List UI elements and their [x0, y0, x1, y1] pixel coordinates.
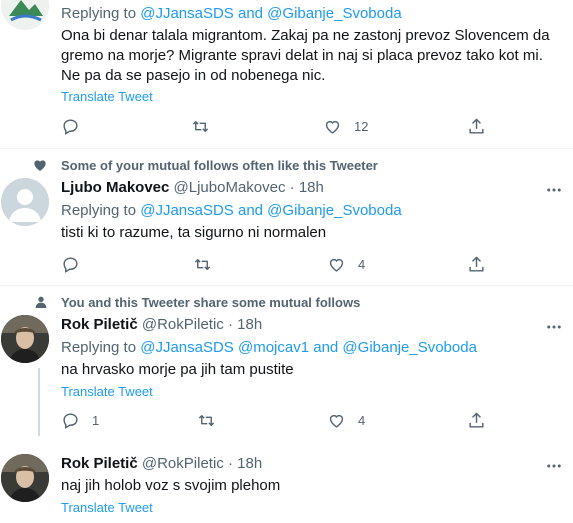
replying-to: Replying to @JJansaSDS and @Gibanje_Svob… [61, 5, 402, 22]
thread-line [38, 368, 40, 436]
reply-count: 1 [92, 413, 100, 428]
replying-prefix: Replying to [61, 5, 137, 22]
translate-tweet-link[interactable]: Translate Tweet [61, 384, 153, 399]
retweet-button[interactable] [193, 255, 212, 274]
user-handle[interactable]: @RokPiletic [142, 455, 224, 472]
avatar[interactable] [1, 315, 49, 363]
like-icon [325, 120, 340, 134]
like-count: 4 [358, 257, 366, 272]
reply-icon [63, 413, 78, 429]
reply-button[interactable] [61, 117, 80, 136]
retweet-button[interactable] [197, 411, 216, 430]
translate-tweet-link[interactable]: Translate Tweet [61, 89, 153, 104]
user-handle[interactable]: @LjuboMakovec [174, 179, 286, 196]
like-button[interactable]: 12 [323, 117, 368, 136]
replying-prefix: Replying to [61, 339, 137, 356]
tweet-header: Ljubo Makovec @LjuboMakovec · 18h [61, 179, 324, 196]
display-name[interactable]: Ljubo Makovec [61, 179, 169, 196]
translate-tweet-link[interactable]: Translate Tweet [61, 500, 153, 515]
replying-to: Replying to @JJansaSDS and @Gibanje_Svob… [61, 202, 402, 219]
tweet-text: naj jih holob voz s svojim plehom [61, 477, 281, 494]
tweet-text: Ona bi denar talala migrantom. Zakaj pa … [61, 27, 550, 84]
share-icon [469, 256, 484, 272]
tweet-header: Rok Piletič @RokPiletic · 18h [61, 455, 262, 472]
like-count: 12 [354, 119, 369, 134]
user-handle[interactable]: @RokPiletic [142, 316, 224, 333]
like-icon [329, 258, 344, 272]
profile-photo-icon [1, 315, 49, 363]
tweet-text: tisti ki to razume, ta sigurno ni normal… [61, 224, 327, 241]
separator-dot: · [227, 316, 233, 333]
avatar[interactable] [1, 0, 49, 30]
like-icon [329, 414, 344, 428]
like-count: 4 [358, 413, 366, 428]
timestamp[interactable]: 18h [299, 179, 324, 196]
avatar[interactable] [1, 454, 49, 502]
retweet-icon [194, 259, 211, 270]
avatar[interactable] [1, 178, 49, 226]
tweet-1[interactable]: Replying to @JJansaSDS and @Gibanje_Svob… [0, 0, 573, 148]
replying-to: Replying to @JJansaSDS @mojcav1 and @Gib… [61, 339, 477, 356]
reply-handles-link[interactable]: @JJansaSDS and @Gibanje_Svoboda [140, 202, 401, 219]
more-icon[interactable] [545, 457, 563, 475]
replying-prefix: Replying to [61, 202, 137, 219]
logo-avatar-icon [1, 0, 49, 30]
tweet-2[interactable]: Some of your mutual follows often like t… [0, 149, 573, 285]
more-icon[interactable] [545, 318, 563, 336]
separator-dot: · [289, 179, 295, 196]
display-name[interactable]: Rok Piletič [61, 316, 138, 333]
reply-icon [63, 119, 78, 135]
timestamp[interactable]: 18h [237, 316, 262, 333]
timestamp[interactable]: 18h [237, 455, 262, 472]
reply-button[interactable]: 1 [61, 411, 99, 430]
social-context: You and this Tweeter share some mutual f… [61, 295, 361, 310]
separator-dot: · [227, 455, 233, 472]
reply-button[interactable] [61, 255, 80, 274]
person-icon [35, 296, 47, 308]
share-button[interactable] [467, 117, 486, 136]
social-context: Some of your mutual follows often like t… [61, 158, 378, 173]
default-avatar-icon [1, 178, 49, 226]
reply-handles-link[interactable]: @JJansaSDS and @Gibanje_Svoboda [140, 5, 401, 22]
tweet-text: na hrvasko morje pa jih tam pustite [61, 361, 294, 378]
profile-photo-icon [1, 454, 49, 502]
share-button[interactable] [467, 255, 486, 274]
like-button[interactable]: 4 [327, 411, 365, 430]
share-icon [469, 118, 484, 134]
like-button[interactable]: 4 [327, 255, 365, 274]
more-icon[interactable] [545, 181, 563, 199]
retweet-icon [198, 415, 215, 426]
tweet-3[interactable]: You and this Tweeter share some mutual f… [0, 286, 573, 436]
share-button[interactable] [467, 411, 486, 430]
reply-handles-link[interactable]: @JJansaSDS @mojcav1 and @Gibanje_Svoboda [140, 339, 477, 356]
tweet-header: Rok Piletič @RokPiletic · 18h [61, 316, 262, 333]
retweet-icon [192, 121, 209, 132]
share-icon [469, 412, 484, 428]
heart-icon [34, 160, 46, 171]
display-name[interactable]: Rok Piletič [61, 455, 138, 472]
reply-icon [63, 257, 78, 273]
retweet-button[interactable] [191, 117, 210, 136]
tweet-4[interactable]: Rok Piletič @RokPiletic · 18h naj jih ho… [0, 442, 573, 523]
